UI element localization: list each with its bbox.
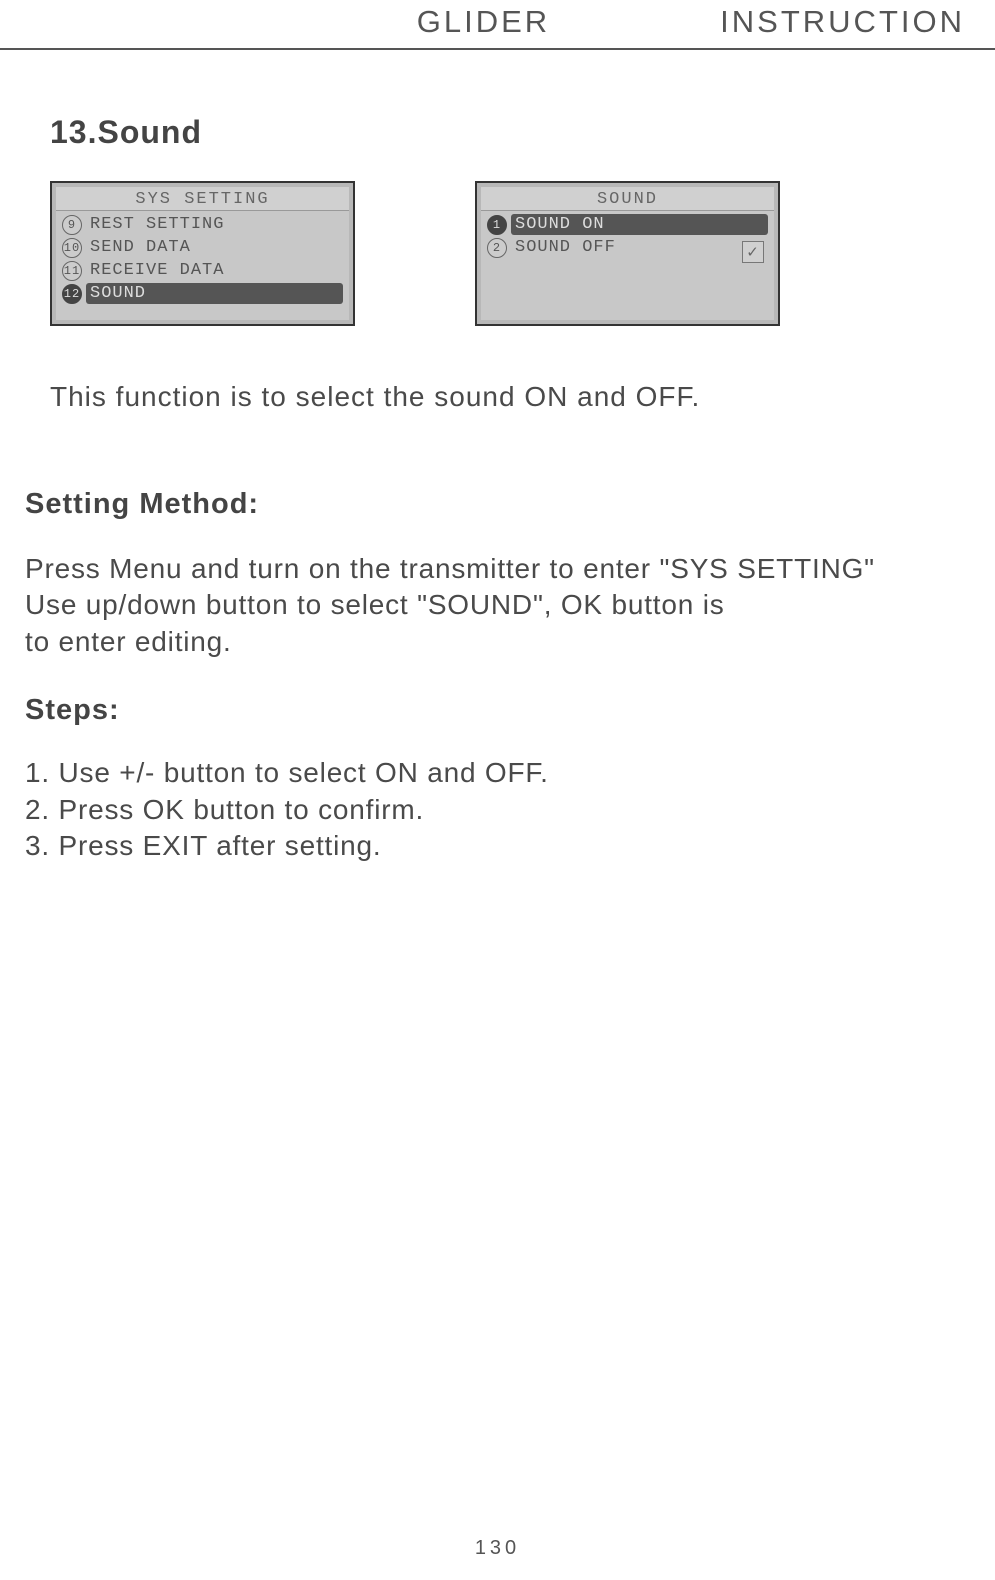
step-item: 3. Press EXIT after setting.: [25, 828, 995, 864]
item-number-icon: 2: [487, 238, 507, 258]
item-label: SOUND ON: [511, 214, 768, 235]
lcd-menu-item: 9 REST SETTING: [62, 213, 343, 236]
setting-method-heading: Setting Method:: [25, 488, 995, 521]
lcd-menu-item: 2 SOUND OFF: [487, 236, 768, 259]
lcd-screen-sys-setting: SYS SETTING 9 REST SETTING 10 SEND DATA …: [50, 181, 355, 326]
item-label: SEND DATA: [86, 237, 195, 258]
screenshots-row: SYS SETTING 9 REST SETTING 10 SEND DATA …: [50, 181, 995, 326]
lcd-title: SYS SETTING: [56, 187, 349, 211]
item-number-icon: 9: [62, 215, 82, 235]
lcd-menu-item-selected: 12 SOUND: [62, 282, 343, 305]
item-number-icon: 12: [62, 284, 82, 304]
lcd-menu-item: 10 SEND DATA: [62, 236, 343, 259]
item-number-icon: 1: [487, 215, 507, 235]
page-number: 130: [0, 1537, 995, 1560]
body-line: Press Menu and turn on the transmitter t…: [25, 551, 995, 587]
item-label: SOUND OFF: [511, 237, 620, 258]
setting-method-body: Press Menu and turn on the transmitter t…: [25, 551, 995, 660]
item-label: REST SETTING: [86, 214, 228, 235]
body-line: Use up/down button to select "SOUND", OK…: [25, 587, 995, 623]
steps-list: 1. Use +/- button to select ON and OFF. …: [25, 755, 995, 864]
item-label: SOUND: [86, 283, 343, 304]
lcd-menu-item: 11 RECEIVE DATA: [62, 259, 343, 282]
check-icon: ✓: [742, 241, 764, 263]
section-title: 13.Sound: [50, 114, 995, 151]
body-line: to enter editing.: [25, 624, 995, 660]
item-label: RECEIVE DATA: [86, 260, 228, 281]
header-left: GLIDER: [417, 4, 550, 40]
step-item: 1. Use +/- button to select ON and OFF.: [25, 755, 995, 791]
page-header: GLIDER INSTRUCTION: [0, 4, 995, 50]
lcd-screen-sound: SOUND 1 SOUND ON 2 SOUND OFF ✓: [475, 181, 780, 326]
item-number-icon: 10: [62, 238, 82, 258]
item-number-icon: 11: [62, 261, 82, 281]
lcd-title: SOUND: [481, 187, 774, 211]
header-right: INSTRUCTION: [720, 4, 965, 40]
lcd-menu-item-selected: 1 SOUND ON: [487, 213, 768, 236]
intro-text: This function is to select the sound ON …: [50, 376, 995, 418]
step-item: 2. Press OK button to confirm.: [25, 792, 995, 828]
steps-heading: Steps:: [25, 694, 995, 727]
